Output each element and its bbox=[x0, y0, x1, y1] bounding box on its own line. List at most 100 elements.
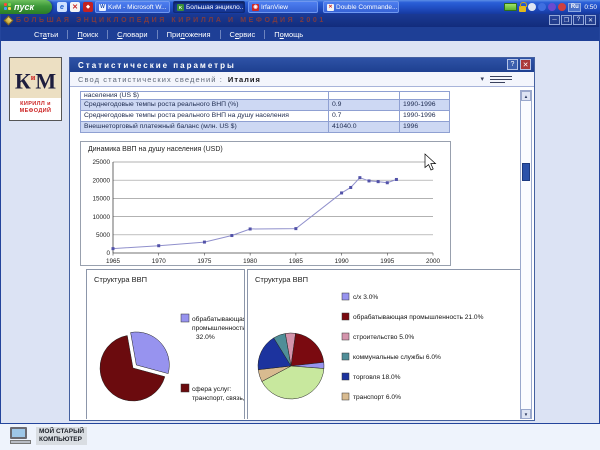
subtitle-prefix: Свод статистических сведений : bbox=[78, 75, 223, 84]
language-indicator[interactable]: Ru bbox=[568, 3, 581, 12]
menu-help[interactable]: Помощь bbox=[265, 30, 312, 39]
table-cell-name: Среднегодовые темпы роста реального ВНП … bbox=[81, 111, 329, 122]
svg-text:коммунальные службы 6.0%: коммунальные службы 6.0% bbox=[353, 353, 441, 361]
svg-text:1965: 1965 bbox=[106, 258, 121, 265]
svg-text:25000: 25000 bbox=[92, 159, 110, 166]
taskbar-button-encyclopedia[interactable]: Большая энцикло... bbox=[173, 1, 245, 13]
svg-text:15000: 15000 bbox=[92, 196, 110, 203]
menu-applications[interactable]: Приложения bbox=[158, 30, 220, 39]
power-meter-icon[interactable] bbox=[504, 3, 517, 11]
app-titlebar[interactable]: БОЛЬШАЯ ЭНЦИКЛОПЕДИЯ КИРИЛЛА И МЕФОДИЯ 2… bbox=[1, 14, 599, 27]
network-icon[interactable] bbox=[538, 3, 546, 11]
table-row[interactable]: Среднегодовые темпы роста реального ВНП … bbox=[81, 111, 449, 122]
my-computer-icon[interactable]: МОЙ СТАРЫЙ КОМПЬЮТЕР bbox=[10, 427, 87, 445]
help-icon[interactable]: ? bbox=[573, 15, 584, 25]
gdp-structure-pie-2: с/х 3.0% обрабатывающая промышленность 21… bbox=[247, 269, 521, 419]
taskbar-button-irfanview[interactable]: IrfanView bbox=[248, 1, 318, 13]
km-monogram: КиМ bbox=[10, 58, 61, 98]
my-computer-label: МОЙ СТАРЫЙ КОМПЬЮТЕР bbox=[36, 427, 87, 445]
pie-2-title: Структура ВВП bbox=[255, 275, 308, 284]
svg-text:1970: 1970 bbox=[152, 258, 167, 265]
panel-titlebar[interactable]: Статистические параметры ? ✕ bbox=[70, 58, 534, 72]
table-row[interactable]: Среднегодовые темпы роста реального ВНП … bbox=[81, 100, 449, 111]
panel-title: Статистические параметры bbox=[78, 61, 236, 70]
desktop: МОЙ СТАРЫЙ КОМПЬЮТЕР bbox=[0, 424, 600, 450]
menu-separator bbox=[220, 30, 221, 39]
chevron-down-icon[interactable]: ▾ bbox=[480, 75, 484, 83]
svg-text:сфера услуг:: сфера услуг: bbox=[192, 386, 232, 393]
gdp-line-chart-svg: 0500010000150002000025000196519701975198… bbox=[81, 142, 452, 267]
km-caption: КИРИЛЛ и МЕФОДИЙ bbox=[10, 98, 61, 115]
svg-text:5000: 5000 bbox=[96, 232, 111, 239]
system-tray: Ru 0:50 bbox=[504, 0, 600, 14]
table-cell-years bbox=[400, 92, 449, 100]
svg-text:транспорт 6.0%: транспорт 6.0% bbox=[353, 394, 401, 401]
menu-separator bbox=[107, 30, 108, 39]
taskbar-button-label: IrfanView bbox=[261, 4, 288, 11]
menu-separator bbox=[264, 30, 265, 39]
irfanview-task-icon bbox=[252, 4, 259, 11]
table-cell-years: 1996 bbox=[400, 122, 449, 133]
table-cell-years: 1990-1996 bbox=[400, 111, 449, 122]
table-row[interactable]: населения (US $) bbox=[81, 92, 449, 100]
update-icon[interactable] bbox=[528, 3, 536, 11]
statistics-table: населения (US $) Среднегодовые темпы рос… bbox=[80, 91, 450, 133]
table-cell-value bbox=[329, 92, 400, 100]
table-cell-years: 1990-1996 bbox=[400, 100, 449, 111]
svg-text:строительство 5.0%: строительство 5.0% bbox=[353, 334, 414, 341]
svg-text:2000: 2000 bbox=[426, 258, 441, 265]
taskbar-button-double-commander[interactable]: Double Commande... bbox=[323, 1, 399, 13]
scrollbar-thumb[interactable] bbox=[522, 163, 530, 181]
gdp-line-chart: 0500010000150002000025000196519701975198… bbox=[80, 141, 451, 266]
messenger-icon[interactable] bbox=[548, 3, 556, 11]
svg-text:1995: 1995 bbox=[380, 258, 395, 265]
internet-explorer-icon[interactable] bbox=[57, 2, 67, 12]
svg-text:с/х 3.0%: с/х 3.0% bbox=[353, 294, 378, 301]
quick-launch bbox=[57, 2, 93, 12]
table-cell-value: 0.9 bbox=[329, 100, 400, 111]
menu-articles[interactable]: Статьи bbox=[25, 30, 67, 39]
lock-icon[interactable] bbox=[519, 6, 526, 12]
word-icon bbox=[99, 4, 106, 11]
vertical-scrollbar[interactable]: ▲ ▼ bbox=[520, 90, 532, 419]
svg-text:промышленность: промышленность bbox=[192, 325, 245, 332]
windows-flag-icon bbox=[4, 3, 12, 11]
double-commander-icon[interactable] bbox=[70, 2, 80, 12]
computer-icon bbox=[10, 427, 32, 444]
close-icon[interactable]: ✕ bbox=[585, 15, 596, 25]
menu-lines-icon[interactable] bbox=[490, 76, 512, 83]
minimize-icon[interactable]: ─ bbox=[549, 15, 560, 25]
subtitle-country: Италия bbox=[228, 75, 261, 84]
table-cell-name: населения (US $) bbox=[81, 92, 329, 100]
menu-dictionaries[interactable]: Словари bbox=[108, 30, 157, 39]
screen: пуск KиM - Microsoft W... Большая энцикл… bbox=[0, 0, 600, 450]
svg-text:торговля 18.0%: торговля 18.0% bbox=[353, 374, 401, 381]
panel-help-icon[interactable]: ? bbox=[507, 59, 518, 70]
taskbar-button-word[interactable]: KиM - Microsoft W... bbox=[95, 1, 170, 13]
table-row[interactable]: Внешнеторговый платежный баланс (млн. US… bbox=[81, 122, 449, 133]
double-commander-task-icon bbox=[327, 4, 334, 11]
volume-icon[interactable] bbox=[558, 3, 566, 11]
svg-text:1990: 1990 bbox=[335, 258, 350, 265]
svg-text:обрабатывающая промышленность: обрабатывающая промышленность 21.0% bbox=[353, 313, 484, 321]
restore-icon[interactable]: ❐ bbox=[561, 15, 572, 25]
taskbar-button-label: Double Commande... bbox=[336, 4, 397, 11]
tray-clock[interactable]: 0:50 bbox=[583, 4, 597, 11]
scroll-down-icon[interactable]: ▼ bbox=[521, 409, 531, 419]
panel-controls: ? ✕ bbox=[507, 59, 531, 70]
panel-subtitle-bar: Свод статистических сведений : Италия ▾ bbox=[70, 72, 534, 87]
svg-text:20000: 20000 bbox=[92, 177, 110, 184]
menu-search[interactable]: Поиск bbox=[68, 30, 107, 39]
table-cell-name: Среднегодовые темпы роста реального ВНП … bbox=[81, 100, 329, 111]
km-logo: КиМ КИРИЛЛ и МЕФОДИЙ bbox=[9, 57, 62, 121]
irfanview-icon[interactable] bbox=[83, 2, 93, 12]
svg-text:обрабатывающая: обрабатывающая bbox=[192, 315, 245, 323]
scroll-up-icon[interactable]: ▲ bbox=[521, 91, 531, 101]
menu-service[interactable]: Сервис bbox=[221, 30, 265, 39]
client-area: КиМ КИРИЛЛ и МЕФОДИЙ Статистические пара… bbox=[1, 41, 599, 423]
mouse-cursor bbox=[425, 154, 436, 170]
window-controls: ─ ❐ ? ✕ bbox=[549, 15, 596, 25]
svg-text:1980: 1980 bbox=[243, 258, 258, 265]
start-button[interactable]: пуск bbox=[0, 0, 52, 14]
panel-close-icon[interactable]: ✕ bbox=[520, 59, 531, 70]
